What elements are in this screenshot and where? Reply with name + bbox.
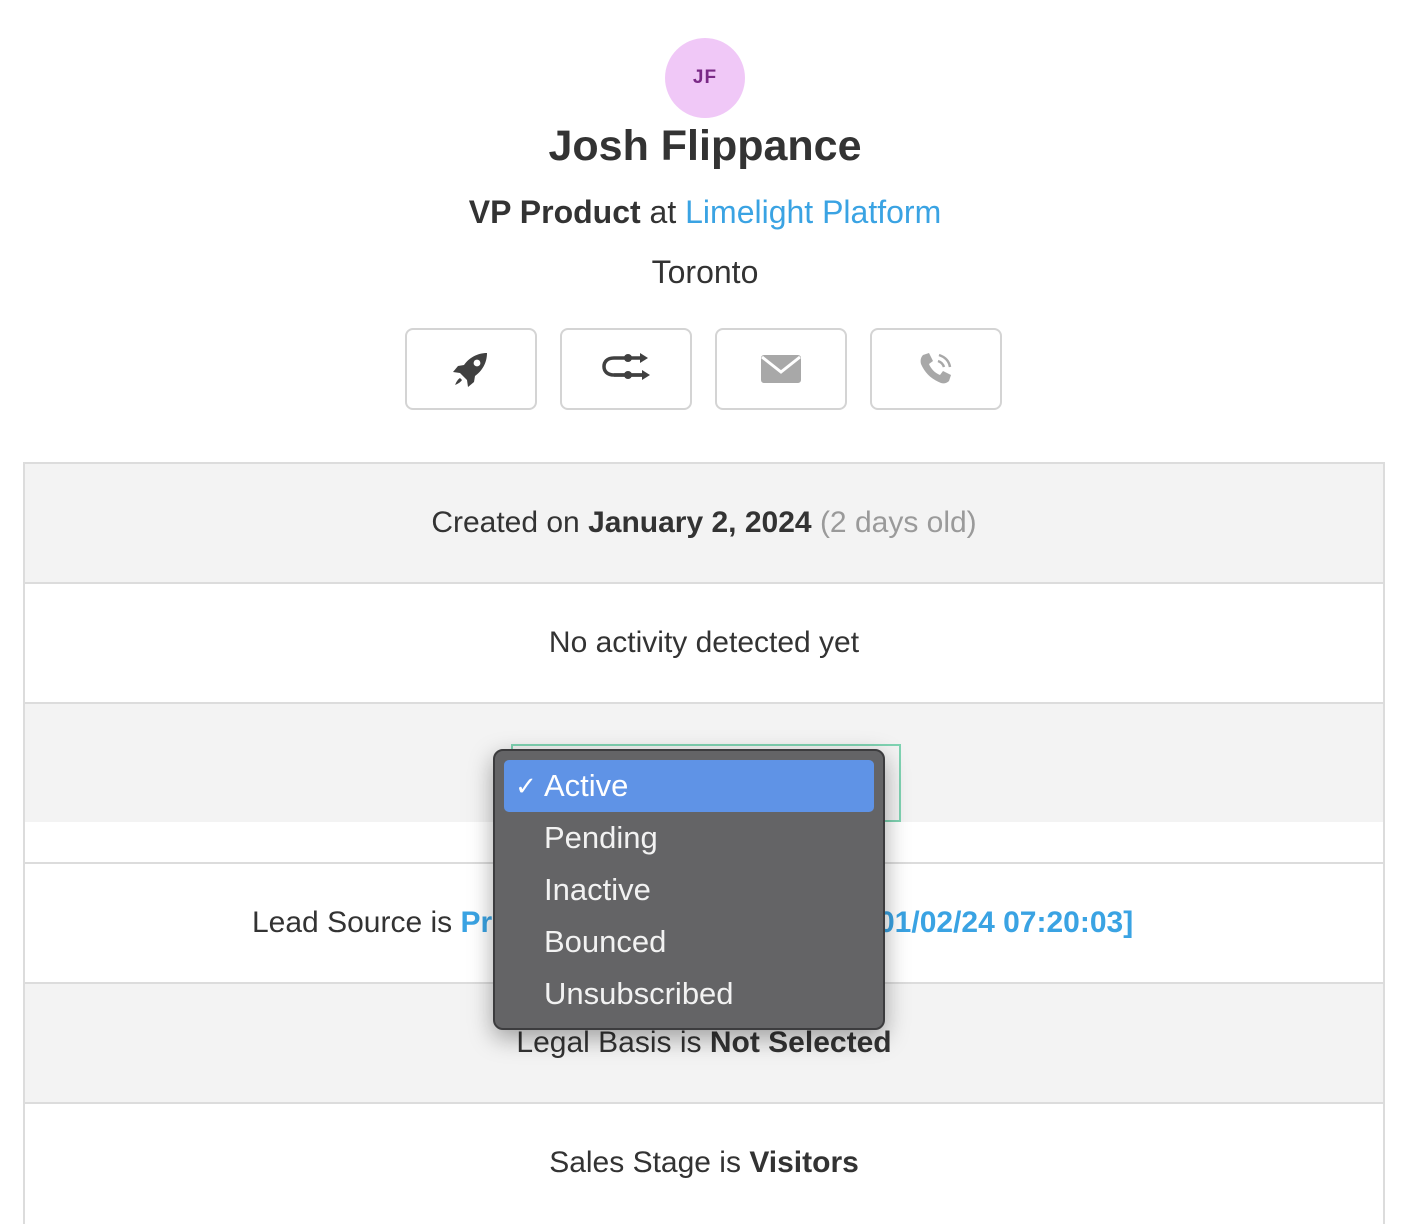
sales-stage-value: Visitors	[749, 1146, 859, 1179]
contact-name: Josh Flippance	[548, 122, 862, 170]
status-option-pending[interactable]: Pending	[504, 812, 874, 864]
contact-header: JF Josh Flippance VP Product at Limeligh…	[0, 0, 1410, 462]
created-row: Created on January 2, 2024 (2 days old)	[25, 462, 1383, 582]
contact-job: VP Product at Limelight Platform	[0, 190, 1410, 234]
avatar: JF	[665, 38, 745, 118]
status-option-active[interactable]: ✓ Active	[504, 760, 874, 812]
rocket-icon	[453, 353, 487, 387]
rocket-button[interactable]	[405, 328, 537, 410]
lead-source-link[interactable]: Pr	[460, 906, 492, 940]
status-option-bounced[interactable]: Bounced	[504, 916, 874, 968]
sales-stage-prefix: Sales Stage is	[549, 1146, 741, 1179]
workflow-icon	[602, 353, 650, 380]
lead-source-timestamp[interactable]: 01/02/24 07:20:03]	[878, 864, 1133, 982]
created-prefix: Created on	[431, 506, 580, 539]
status-option-label: Unsubscribed	[544, 976, 734, 1011]
job-title: VP Product	[468, 194, 641, 230]
envelope-icon	[761, 355, 801, 383]
check-icon: ✓	[515, 770, 537, 801]
legal-basis-value: Not Selected	[709, 1026, 892, 1059]
activity-text: No activity detected yet	[548, 626, 860, 659]
phone-icon	[920, 353, 952, 384]
created-age: (2 days old)	[819, 506, 977, 539]
company-link[interactable]: Limelight Platform	[685, 194, 941, 230]
contact-city: Toronto	[651, 254, 759, 290]
lead-source-prefix: Lead Source is	[252, 906, 453, 939]
created-date: January 2, 2024	[588, 506, 812, 539]
workflow-button[interactable]	[560, 328, 692, 410]
status-option-label: Inactive	[544, 872, 651, 907]
phone-button[interactable]	[870, 328, 1002, 410]
sales-stage-row: Sales Stage is Visitors	[25, 1102, 1383, 1222]
status-option-label: Bounced	[544, 924, 667, 959]
legal-basis-prefix: Legal Basis is	[516, 1026, 702, 1059]
activity-row: No activity detected yet	[25, 582, 1383, 702]
status-option-unsubscribed[interactable]: Unsubscribed	[504, 968, 874, 1020]
action-buttons	[405, 328, 1005, 412]
status-option-inactive[interactable]: Inactive	[504, 864, 874, 916]
email-button[interactable]	[715, 328, 847, 410]
status-option-label: Active	[544, 768, 629, 803]
job-at: at	[649, 194, 677, 230]
status-option-label: Pending	[544, 820, 658, 855]
status-dropdown-menu: ✓ Active Pending Inactive Bounced Unsubs…	[493, 749, 885, 1030]
